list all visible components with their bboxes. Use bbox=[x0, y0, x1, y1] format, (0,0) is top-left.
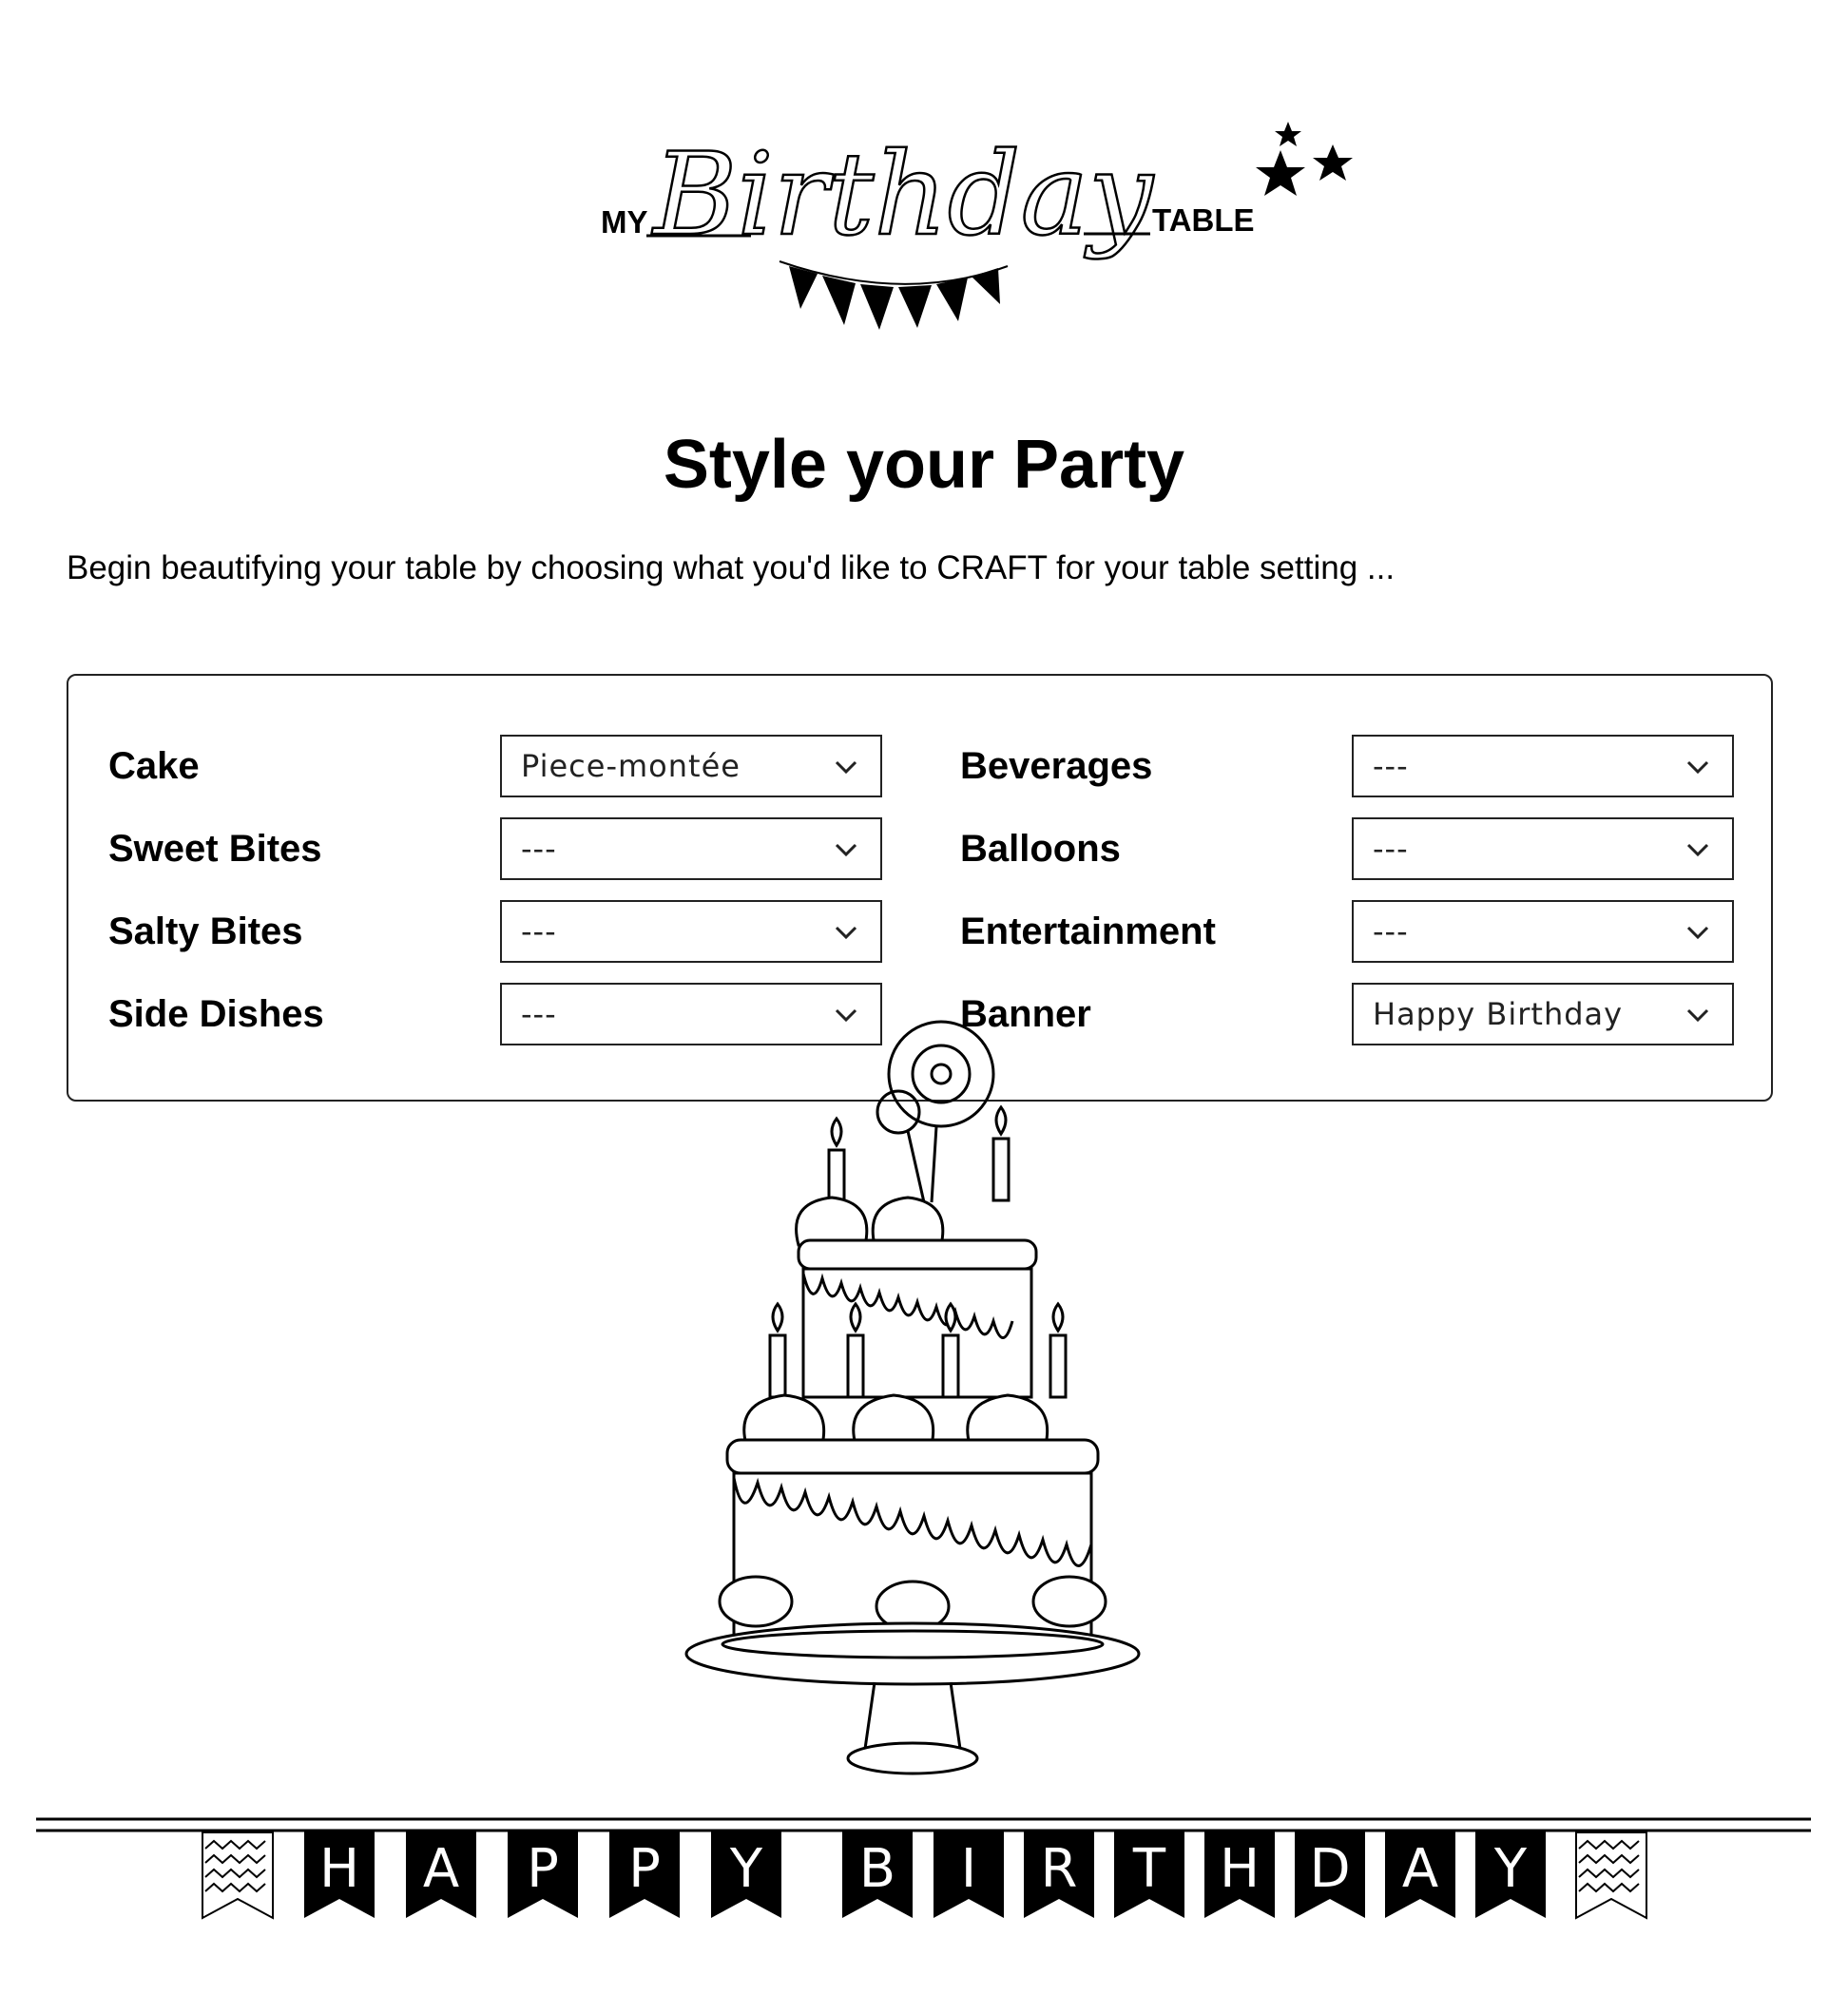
selected-value: Happy Birthday bbox=[1373, 996, 1624, 1032]
selected-value: --- bbox=[1373, 748, 1409, 784]
banner-letter: R bbox=[1040, 1838, 1078, 1900]
field-label: Salty Bites bbox=[108, 911, 303, 952]
banner-flag: Y bbox=[1475, 1831, 1546, 1918]
banner-letter: I bbox=[960, 1838, 977, 1900]
banner-flag: Y bbox=[711, 1831, 781, 1918]
field-label: Side Dishes bbox=[108, 993, 324, 1035]
beverages-select[interactable]: --- bbox=[1352, 735, 1734, 797]
chevron-down-icon bbox=[835, 843, 857, 857]
chevron-down-icon bbox=[1686, 1008, 1709, 1023]
chevron-down-icon bbox=[835, 760, 857, 775]
banner-letter: H bbox=[1219, 1838, 1261, 1900]
zigzag-flag-right bbox=[1575, 1831, 1647, 1920]
banner-letter: D bbox=[1309, 1838, 1351, 1900]
svg-text:Birthday: Birthday bbox=[651, 129, 1155, 261]
banner-flag: D bbox=[1295, 1831, 1365, 1918]
salty-bites-select[interactable]: --- bbox=[500, 900, 882, 963]
selected-value: --- bbox=[1373, 913, 1409, 949]
banner-flag: H bbox=[304, 1831, 375, 1918]
page-title: Style your Party bbox=[663, 427, 1185, 503]
field-label: Sweet Bites bbox=[108, 828, 322, 870]
banner-letter: T bbox=[1132, 1838, 1166, 1900]
banner-flag: T bbox=[1114, 1831, 1184, 1918]
cake-select[interactable]: Piece-montée bbox=[500, 735, 882, 797]
banner-flag: I bbox=[934, 1831, 1004, 1918]
banner-letter: P bbox=[527, 1838, 559, 1900]
banner-letter: H bbox=[318, 1838, 360, 1900]
cake-illustration bbox=[684, 1020, 1141, 1775]
chevron-down-icon bbox=[835, 926, 857, 940]
banner-letter: B bbox=[858, 1838, 896, 1900]
field-label: Beverages bbox=[960, 745, 1153, 787]
banner-letter: A bbox=[1401, 1838, 1439, 1900]
site-logo[interactable]: MY Birthday TABLE bbox=[589, 114, 1369, 342]
selected-value: --- bbox=[521, 996, 557, 1032]
banner-flag: R bbox=[1024, 1831, 1094, 1918]
logo-suffix: TABLE bbox=[1152, 202, 1255, 238]
sweet-bites-select[interactable]: --- bbox=[500, 817, 882, 880]
banner-letter: A bbox=[422, 1838, 460, 1900]
field-label: Entertainment bbox=[960, 911, 1216, 952]
banner-select[interactable]: Happy Birthday bbox=[1352, 983, 1734, 1045]
banner-flag: A bbox=[1385, 1831, 1455, 1918]
chevron-down-icon bbox=[1686, 843, 1709, 857]
chevron-down-icon bbox=[1686, 926, 1709, 940]
chevron-down-icon bbox=[1686, 760, 1709, 775]
selected-value: --- bbox=[521, 913, 557, 949]
banner-flag: A bbox=[406, 1831, 476, 1918]
intro-text: Begin beautifying your table by choosing… bbox=[67, 549, 1396, 586]
zigzag-flag-left bbox=[202, 1831, 274, 1920]
field-label: Balloons bbox=[960, 828, 1121, 870]
banner-flag: P bbox=[609, 1831, 680, 1918]
balloons-select[interactable]: --- bbox=[1352, 817, 1734, 880]
banner-letter: Y bbox=[1493, 1838, 1528, 1900]
selected-value: --- bbox=[1373, 831, 1409, 867]
field-label: Cake bbox=[108, 745, 200, 787]
banner-flag: P bbox=[508, 1831, 578, 1918]
banner-letter: P bbox=[628, 1838, 661, 1900]
entertainment-select[interactable]: --- bbox=[1352, 900, 1734, 963]
selected-value: --- bbox=[521, 831, 557, 867]
selected-value: Piece-montée bbox=[521, 748, 741, 784]
banner-letter: Y bbox=[729, 1838, 763, 1900]
banner-flag: B bbox=[842, 1831, 913, 1918]
banner-flag: H bbox=[1204, 1831, 1275, 1918]
